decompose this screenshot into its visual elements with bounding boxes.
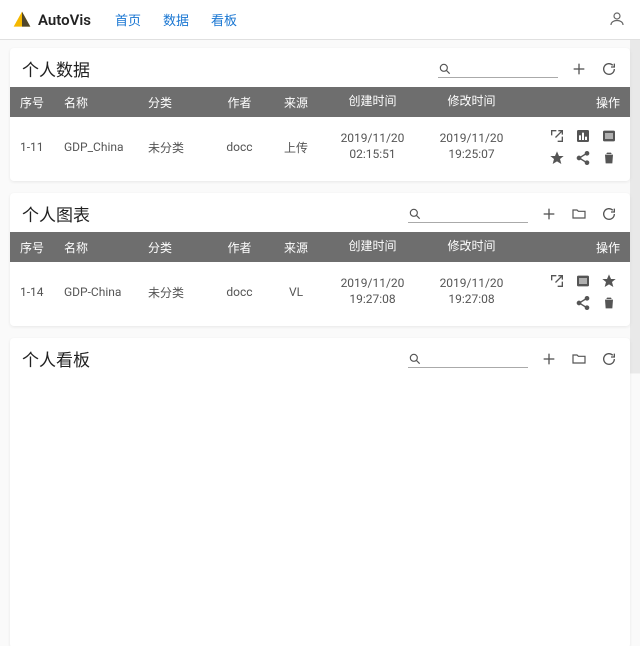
cell-cat: 未分类 xyxy=(148,284,208,301)
user-icon[interactable] xyxy=(608,10,628,30)
delete-icon[interactable] xyxy=(600,294,618,312)
brand-name: AutoVis xyxy=(38,11,91,29)
data-table-header: 序号 名称 分类 作者 来源 创建时间 修改时间 操作 xyxy=(10,87,630,117)
section-boards: 个人看板 xyxy=(10,338,630,646)
star-icon[interactable] xyxy=(548,149,566,167)
refresh-icon xyxy=(601,61,617,77)
appbar: AutoVis 首页 数据 看板 xyxy=(0,0,640,40)
col-author: 作者 xyxy=(212,239,267,256)
nav-board[interactable]: 看板 xyxy=(211,10,237,29)
main-content: 个人数据 序号 名称 分类 作者 来源 创建时间 修改时间 xyxy=(0,40,640,646)
brand: AutoVis xyxy=(12,10,91,30)
cell-ctime: 2019/11/20 19:27:08 xyxy=(325,276,420,307)
folder-board-button[interactable] xyxy=(570,350,588,368)
section-charts-search-input[interactable] xyxy=(422,207,512,221)
section-boards-search[interactable] xyxy=(408,352,528,368)
cell-id: 1-11 xyxy=(20,140,60,154)
section-boards-search-input[interactable] xyxy=(422,352,512,366)
list-icon[interactable] xyxy=(600,127,618,145)
folder-icon xyxy=(571,206,587,222)
col-name: 名称 xyxy=(64,239,144,256)
folder-icon xyxy=(571,351,587,367)
refresh-icon xyxy=(601,206,617,222)
col-cat: 分类 xyxy=(148,239,208,256)
cell-mtime: 2019/11/20 19:25:07 xyxy=(424,131,519,162)
cell-name: GDP-China xyxy=(64,285,144,299)
col-ops: 操作 xyxy=(523,94,620,111)
add-board-button[interactable] xyxy=(540,350,558,368)
section-charts-search[interactable] xyxy=(408,207,528,223)
open-external-icon[interactable] xyxy=(548,127,566,145)
cell-author: docc xyxy=(212,285,267,299)
nav-home[interactable]: 首页 xyxy=(115,10,141,29)
charts-table-row: 1-14 GDP-China 未分类 docc VL 2019/11/20 19… xyxy=(10,262,630,322)
cell-name: GDP_China xyxy=(64,140,144,154)
open-external-icon[interactable] xyxy=(548,272,566,290)
cell-cat: 未分类 xyxy=(148,139,208,156)
section-charts: 个人图表 序号 名称 分类 作者 来源 xyxy=(10,193,630,326)
cell-source: VL xyxy=(271,285,321,299)
chart-icon[interactable] xyxy=(574,127,592,145)
share-icon[interactable] xyxy=(574,294,592,312)
col-source: 来源 xyxy=(271,94,321,111)
search-icon xyxy=(408,207,422,221)
plus-icon xyxy=(541,351,557,367)
scrollbar[interactable] xyxy=(630,40,640,646)
star-icon[interactable] xyxy=(600,272,618,290)
charts-table-header: 序号 名称 分类 作者 来源 创建时间 修改时间 操作 xyxy=(10,232,630,262)
refresh-data-button[interactable] xyxy=(600,60,618,78)
col-id: 序号 xyxy=(20,239,60,256)
refresh-board-button[interactable] xyxy=(600,350,618,368)
search-icon xyxy=(438,62,452,76)
col-ops: 操作 xyxy=(523,239,620,256)
cell-ctime: 2019/11/20 02:15:51 xyxy=(325,131,420,162)
col-mtime: 修改时间 xyxy=(424,94,519,110)
plus-icon xyxy=(571,61,587,77)
cell-mtime: 2019/11/20 19:27:08 xyxy=(424,276,519,307)
share-icon[interactable] xyxy=(574,149,592,167)
delete-icon[interactable] xyxy=(600,149,618,167)
cell-source: 上传 xyxy=(271,139,321,156)
col-ctime: 创建时间 xyxy=(325,239,420,255)
folder-chart-button[interactable] xyxy=(570,205,588,223)
section-data: 个人数据 序号 名称 分类 作者 来源 创建时间 修改时间 xyxy=(10,48,630,181)
nav-data[interactable]: 数据 xyxy=(163,10,189,29)
col-author: 作者 xyxy=(212,94,267,111)
col-mtime: 修改时间 xyxy=(424,239,519,255)
cell-id: 1-14 xyxy=(20,285,60,299)
cell-author: docc xyxy=(212,140,267,154)
section-data-title: 个人数据 xyxy=(22,56,90,81)
col-name: 名称 xyxy=(64,94,144,111)
col-cat: 分类 xyxy=(148,94,208,111)
search-icon xyxy=(408,352,422,366)
section-charts-title: 个人图表 xyxy=(22,201,90,226)
add-data-button[interactable] xyxy=(570,60,588,78)
cell-ops xyxy=(523,272,620,312)
col-source: 来源 xyxy=(271,239,321,256)
add-chart-button[interactable] xyxy=(540,205,558,223)
brand-logo-icon xyxy=(12,10,32,30)
plus-icon xyxy=(541,206,557,222)
refresh-icon xyxy=(601,351,617,367)
data-table-row: 1-11 GDP_China 未分类 docc 上传 2019/11/20 02… xyxy=(10,117,630,177)
section-data-search-input[interactable] xyxy=(452,62,542,76)
list-icon[interactable] xyxy=(574,272,592,290)
col-id: 序号 xyxy=(20,94,60,111)
cell-ops xyxy=(523,127,620,167)
section-data-search[interactable] xyxy=(438,62,558,78)
refresh-chart-button[interactable] xyxy=(600,205,618,223)
col-ctime: 创建时间 xyxy=(325,94,420,110)
top-nav: 首页 数据 看板 xyxy=(115,10,237,29)
section-boards-title: 个人看板 xyxy=(22,346,90,371)
